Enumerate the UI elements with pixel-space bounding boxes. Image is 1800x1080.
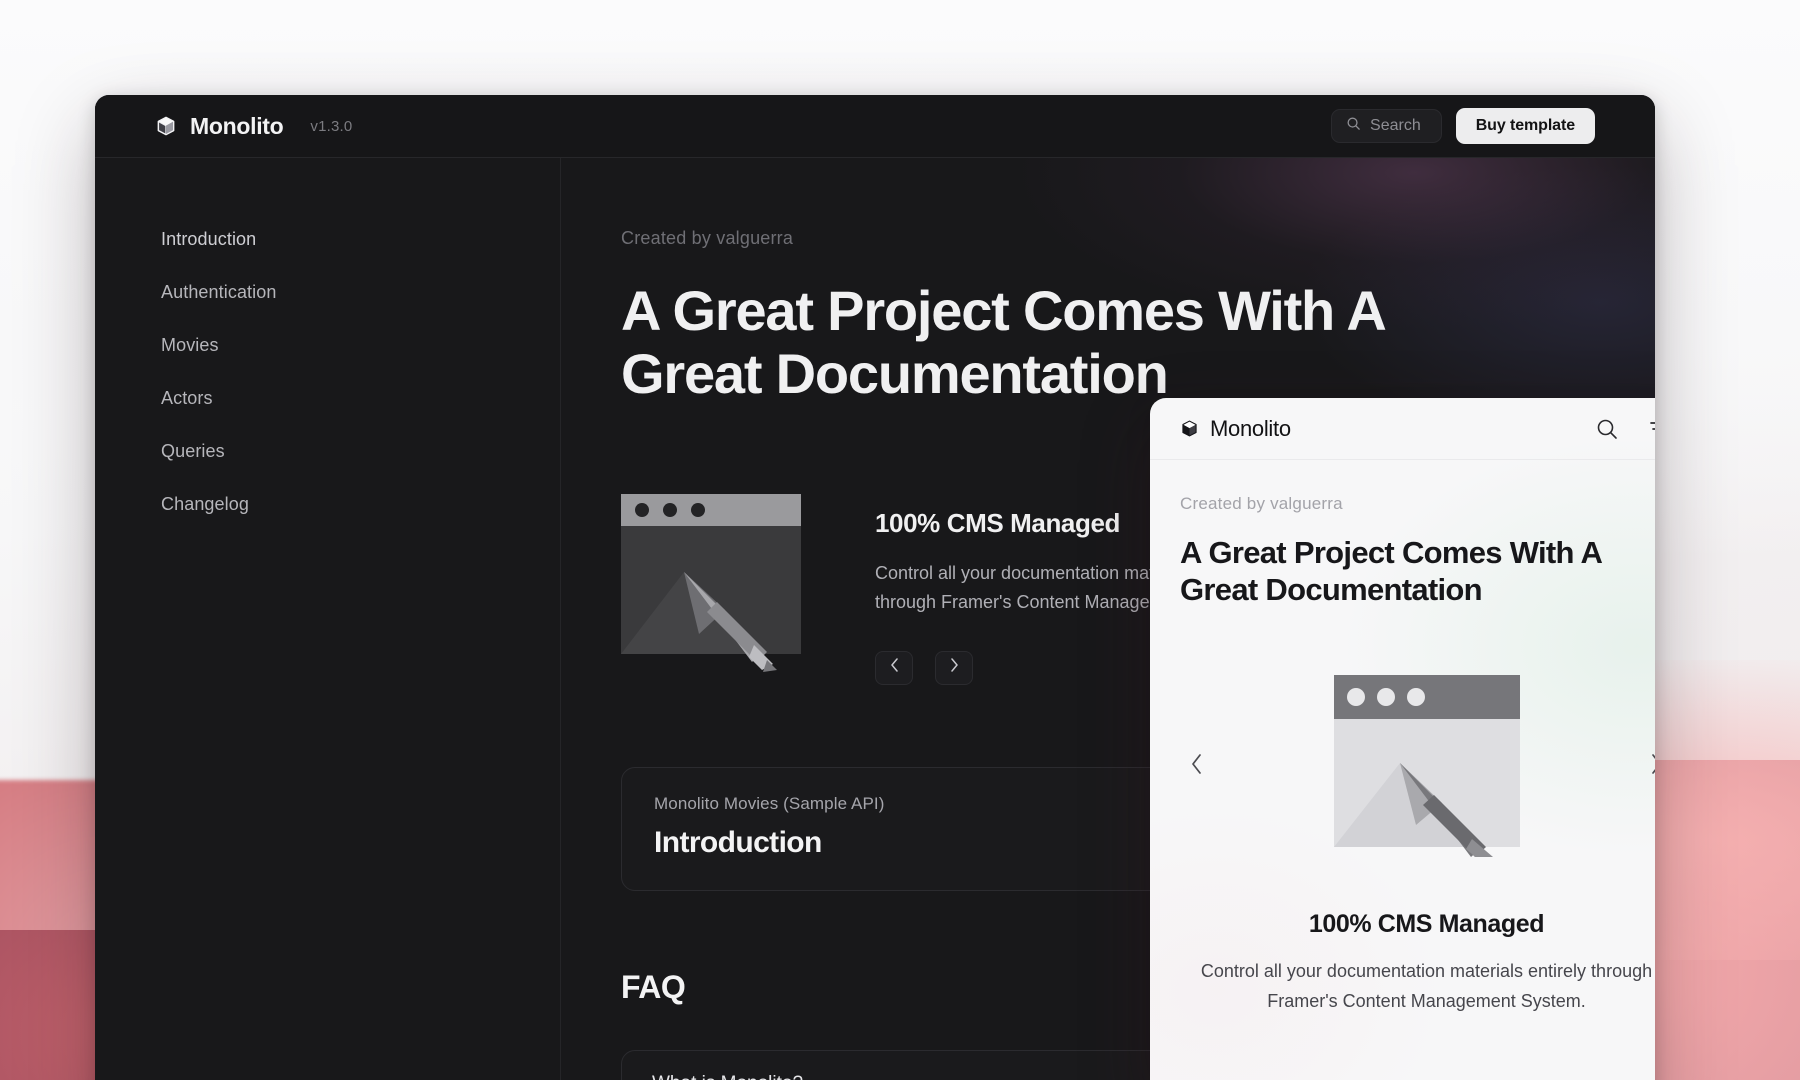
brand-version: v1.3.0 <box>310 117 353 135</box>
mobile-carousel <box>1180 666 1655 866</box>
sidebar-item-actors[interactable]: Actors <box>161 389 560 407</box>
mobile-carousel-next-button[interactable] <box>1642 747 1655 785</box>
mobile-eyebrow: Created by valguerra <box>1180 494 1343 513</box>
sidebar-item-movies[interactable]: Movies <box>161 336 560 354</box>
buy-template-button[interactable]: Buy template <box>1455 108 1595 144</box>
browser-window-pencil-illustration <box>1333 675 1520 862</box>
carousel-next-button[interactable] <box>935 650 973 685</box>
mobile-feature-description: Control all your documentation materials… <box>1200 961 1653 1011</box>
mobile-brand-name: Monolito <box>1210 415 1291 441</box>
sidebar-nav: Introduction Authentication Movies Actor… <box>95 158 561 1080</box>
chevron-right-icon <box>950 658 959 677</box>
brand-logo[interactable]: Monolito v1.3.0 <box>155 113 352 140</box>
hero-eyebrow: Created by valguerra <box>621 228 794 248</box>
search-input[interactable]: Search <box>1331 109 1442 143</box>
mobile-panel-header: Monolito <box>1150 398 1655 460</box>
app-header: Monolito v1.3.0 Search Buy template <box>95 95 1655 158</box>
mobile-carousel-prev-button[interactable] <box>1182 747 1211 785</box>
hamburger-menu-icon[interactable] <box>1649 418 1655 440</box>
mobile-panel-content: Created by valguerra A Great Project Com… <box>1150 460 1655 1016</box>
carousel-prev-button[interactable] <box>875 650 913 685</box>
mobile-feature-block: 100% CMS Managed Control all your docume… <box>1180 910 1655 1015</box>
brand-name: Monolito <box>190 112 284 139</box>
sidebar-item-authentication[interactable]: Authentication <box>161 283 560 301</box>
mobile-page-title: A Great Project Comes With A Great Docum… <box>1180 535 1602 608</box>
mobile-header-actions <box>1595 417 1655 441</box>
app-window: Monolito v1.3.0 Search Buy template Intr… <box>95 95 1655 1080</box>
cube-icon <box>1180 419 1199 438</box>
page-title: A Great Project Comes With A Great Docum… <box>621 279 1385 406</box>
header-actions: Search Buy template <box>1331 108 1595 144</box>
mobile-brand-logo[interactable]: Monolito <box>1180 416 1291 442</box>
search-icon[interactable] <box>1595 417 1619 441</box>
sidebar-item-queries[interactable]: Queries <box>161 442 560 460</box>
chevron-left-icon <box>890 658 899 677</box>
search-label: Search <box>1370 117 1421 134</box>
sidebar-item-changelog[interactable]: Changelog <box>161 495 560 513</box>
mobile-preview-panel: Monolito Created by valguerra A Great Pr… <box>1150 398 1655 1080</box>
mobile-feature-title: 100% CMS Managed <box>1308 910 1545 939</box>
cube-icon <box>155 115 177 137</box>
sidebar-item-introduction[interactable]: Introduction <box>161 230 560 248</box>
search-icon <box>1346 116 1361 136</box>
browser-window-pencil-illustration <box>621 493 829 676</box>
